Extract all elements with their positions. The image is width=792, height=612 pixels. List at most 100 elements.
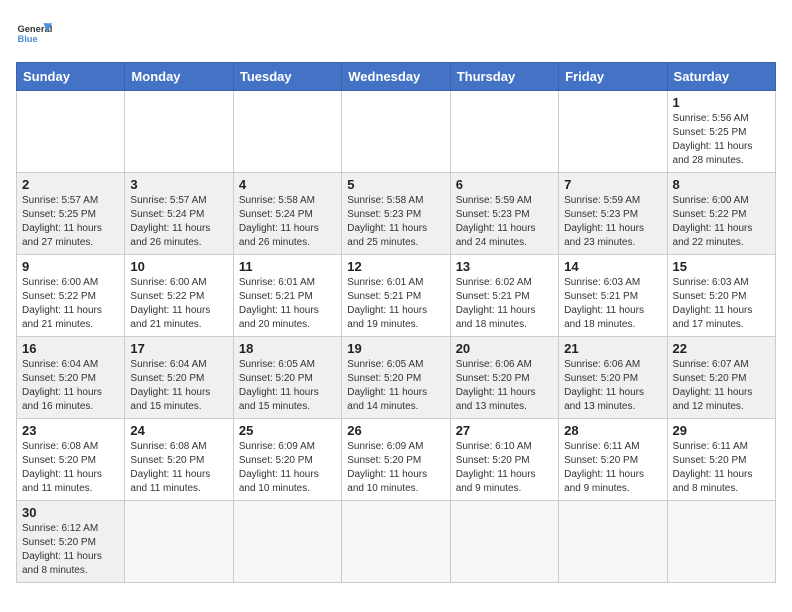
- calendar-cell: 16 Sunrise: 6:04 AM Sunset: 5:20 PM Dayli…: [17, 337, 125, 419]
- calendar-cell: 15 Sunrise: 6:03 AM Sunset: 5:20 PM Dayli…: [667, 255, 775, 337]
- day-info: Sunrise: 6:06 AM Sunset: 5:20 PM Dayligh…: [564, 358, 661, 414]
- calendar-cell: [233, 91, 341, 173]
- day-number: 18: [239, 341, 336, 356]
- day-number: 15: [673, 259, 770, 274]
- day-number: 7: [564, 177, 661, 192]
- day-info: Sunrise: 6:00 AM Sunset: 5:22 PM Dayligh…: [22, 276, 119, 332]
- calendar-cell: 25 Sunrise: 6:09 AM Sunset: 5:20 PM Dayli…: [233, 419, 341, 501]
- day-number: 21: [564, 341, 661, 356]
- calendar-cell: 20 Sunrise: 6:06 AM Sunset: 5:20 PM Dayli…: [450, 337, 558, 419]
- day-info: Sunrise: 6:11 AM Sunset: 5:20 PM Dayligh…: [673, 440, 770, 496]
- calendar-cell: 3Sunrise: 5:57 AM Sunset: 5:24 PM Daylig…: [125, 173, 233, 255]
- day-info: Sunrise: 6:10 AM Sunset: 5:20 PM Dayligh…: [456, 440, 553, 496]
- calendar-cell: 10Sunrise: 6:00 AM Sunset: 5:22 PM Dayli…: [125, 255, 233, 337]
- calendar-cell: 2 Sunrise: 5:57 AM Sunset: 5:25 PM Daylig…: [17, 173, 125, 255]
- calendar-cell: [125, 91, 233, 173]
- day-info: Sunrise: 6:08 AM Sunset: 5:20 PM Dayligh…: [130, 440, 227, 496]
- week-row: 1 Sunrise: 5:56 AM Sunset: 5:25 PM Daylig…: [17, 91, 776, 173]
- day-info: Sunrise: 6:06 AM Sunset: 5:20 PM Dayligh…: [456, 358, 553, 414]
- calendar-cell: [17, 91, 125, 173]
- day-number: 16: [22, 341, 119, 356]
- day-info: Sunrise: 6:01 AM Sunset: 5:21 PM Dayligh…: [347, 276, 444, 332]
- day-header-saturday: Saturday: [667, 63, 775, 91]
- day-info: Sunrise: 5:56 AM Sunset: 5:25 PM Dayligh…: [673, 112, 770, 168]
- day-number: 30: [22, 505, 119, 520]
- calendar-cell: [125, 501, 233, 583]
- day-number: 22: [673, 341, 770, 356]
- day-number: 26: [347, 423, 444, 438]
- day-number: 17: [130, 341, 227, 356]
- logo-icon: General Blue: [16, 16, 52, 52]
- day-number: 14: [564, 259, 661, 274]
- calendar-cell: 12 Sunrise: 6:01 AM Sunset: 5:21 PM Dayli…: [342, 255, 450, 337]
- day-info: Sunrise: 6:01 AM Sunset: 5:21 PM Dayligh…: [239, 276, 336, 332]
- day-info: Sunrise: 6:08 AM Sunset: 5:20 PM Dayligh…: [22, 440, 119, 496]
- calendar-cell: 17 Sunrise: 6:04 AM Sunset: 5:20 PM Dayli…: [125, 337, 233, 419]
- calendar-cell: 26 Sunrise: 6:09 AM Sunset: 5:20 PM Dayli…: [342, 419, 450, 501]
- calendar-cell: [559, 91, 667, 173]
- calendar-cell: 24 Sunrise: 6:08 AM Sunset: 5:20 PM Dayli…: [125, 419, 233, 501]
- calendar-cell: [342, 91, 450, 173]
- calendar-cell: 29 Sunrise: 6:11 AM Sunset: 5:20 PM Dayli…: [667, 419, 775, 501]
- day-number: 9: [22, 259, 119, 274]
- day-number: 10: [130, 259, 227, 274]
- calendar-cell: 11 Sunrise: 6:01 AM Sunset: 5:21 PM Dayli…: [233, 255, 341, 337]
- calendar-cell: [559, 501, 667, 583]
- day-info: Sunrise: 5:59 AM Sunset: 5:23 PM Dayligh…: [456, 194, 553, 250]
- week-row: 23 Sunrise: 6:08 AM Sunset: 5:20 PM Dayli…: [17, 419, 776, 501]
- calendar-cell: 1 Sunrise: 5:56 AM Sunset: 5:25 PM Daylig…: [667, 91, 775, 173]
- week-row: 16 Sunrise: 6:04 AM Sunset: 5:20 PM Dayli…: [17, 337, 776, 419]
- day-number: 13: [456, 259, 553, 274]
- day-number: 24: [130, 423, 227, 438]
- day-info: Sunrise: 6:02 AM Sunset: 5:21 PM Dayligh…: [456, 276, 553, 332]
- day-header-wednesday: Wednesday: [342, 63, 450, 91]
- day-info: Sunrise: 6:07 AM Sunset: 5:20 PM Dayligh…: [673, 358, 770, 414]
- day-info: Sunrise: 6:03 AM Sunset: 5:21 PM Dayligh…: [564, 276, 661, 332]
- day-info: Sunrise: 6:09 AM Sunset: 5:20 PM Dayligh…: [347, 440, 444, 496]
- day-info: Sunrise: 5:58 AM Sunset: 5:23 PM Dayligh…: [347, 194, 444, 250]
- day-number: 2: [22, 177, 119, 192]
- day-number: 19: [347, 341, 444, 356]
- calendar-cell: 9 Sunrise: 6:00 AM Sunset: 5:22 PM Daylig…: [17, 255, 125, 337]
- calendar-cell: 19 Sunrise: 6:05 AM Sunset: 5:20 PM Dayli…: [342, 337, 450, 419]
- day-info: Sunrise: 6:05 AM Sunset: 5:20 PM Dayligh…: [347, 358, 444, 414]
- day-info: Sunrise: 6:04 AM Sunset: 5:20 PM Dayligh…: [22, 358, 119, 414]
- day-number: 20: [456, 341, 553, 356]
- logo: General Blue: [16, 16, 52, 52]
- calendar-cell: [667, 501, 775, 583]
- calendar-cell: [342, 501, 450, 583]
- day-info: Sunrise: 6:11 AM Sunset: 5:20 PM Dayligh…: [564, 440, 661, 496]
- calendar-cell: 14 Sunrise: 6:03 AM Sunset: 5:21 PM Dayli…: [559, 255, 667, 337]
- day-info: Sunrise: 5:57 AM Sunset: 5:24 PM Dayligh…: [130, 194, 227, 250]
- week-row: 2 Sunrise: 5:57 AM Sunset: 5:25 PM Daylig…: [17, 173, 776, 255]
- day-header-tuesday: Tuesday: [233, 63, 341, 91]
- day-number: 29: [673, 423, 770, 438]
- calendar-cell: [450, 501, 558, 583]
- calendar-cell: 4 Sunrise: 5:58 AM Sunset: 5:24 PM Daylig…: [233, 173, 341, 255]
- day-number: 4: [239, 177, 336, 192]
- calendar-cell: 21 Sunrise: 6:06 AM Sunset: 5:20 PM Dayli…: [559, 337, 667, 419]
- calendar-cell: 5Sunrise: 5:58 AM Sunset: 5:23 PM Daylig…: [342, 173, 450, 255]
- day-number: 28: [564, 423, 661, 438]
- day-header-monday: Monday: [125, 63, 233, 91]
- day-info: Sunrise: 6:03 AM Sunset: 5:20 PM Dayligh…: [673, 276, 770, 332]
- calendar-cell: 13 Sunrise: 6:02 AM Sunset: 5:21 PM Dayli…: [450, 255, 558, 337]
- week-row: 9 Sunrise: 6:00 AM Sunset: 5:22 PM Daylig…: [17, 255, 776, 337]
- day-number: 25: [239, 423, 336, 438]
- calendar-cell: 8 Sunrise: 6:00 AM Sunset: 5:22 PM Daylig…: [667, 173, 775, 255]
- day-number: 12: [347, 259, 444, 274]
- day-number: 27: [456, 423, 553, 438]
- calendar-cell: [233, 501, 341, 583]
- day-info: Sunrise: 5:58 AM Sunset: 5:24 PM Dayligh…: [239, 194, 336, 250]
- header-row: SundayMondayTuesdayWednesdayThursdayFrid…: [17, 63, 776, 91]
- week-row: 30Sunrise: 6:12 AM Sunset: 5:20 PM Dayli…: [17, 501, 776, 583]
- day-info: Sunrise: 6:04 AM Sunset: 5:20 PM Dayligh…: [130, 358, 227, 414]
- day-info: Sunrise: 5:57 AM Sunset: 5:25 PM Dayligh…: [22, 194, 119, 250]
- calendar-cell: 27 Sunrise: 6:10 AM Sunset: 5:20 PM Dayli…: [450, 419, 558, 501]
- day-info: Sunrise: 6:09 AM Sunset: 5:20 PM Dayligh…: [239, 440, 336, 496]
- day-number: 23: [22, 423, 119, 438]
- day-number: 11: [239, 259, 336, 274]
- day-number: 1: [673, 95, 770, 110]
- day-info: Sunrise: 6:00 AM Sunset: 5:22 PM Dayligh…: [673, 194, 770, 250]
- day-number: 8: [673, 177, 770, 192]
